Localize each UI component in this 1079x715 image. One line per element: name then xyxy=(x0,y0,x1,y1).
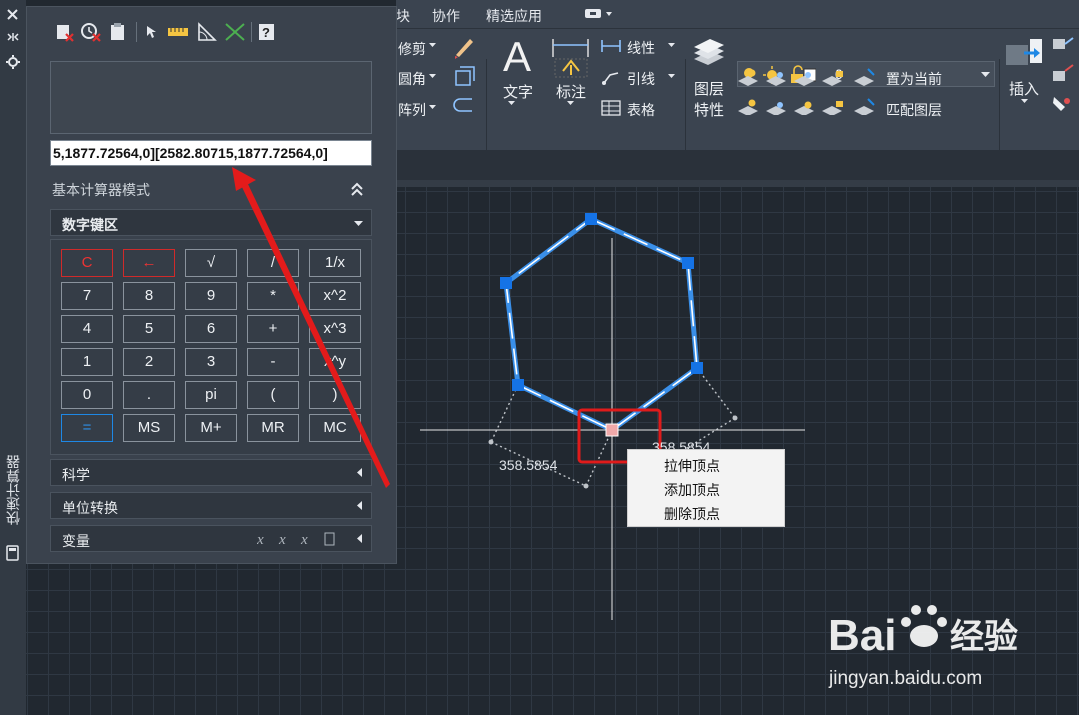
menu-stretch-vertex[interactable]: 拉伸顶点 xyxy=(664,456,720,476)
grip-context-menu: 拉伸顶点 添加顶点 删除顶点 xyxy=(627,449,785,527)
menu-add-vertex[interactable]: 添加顶点 xyxy=(664,480,720,500)
menu-remove-vertex[interactable]: 删除顶点 xyxy=(664,504,720,524)
baidu-jingyan-watermark: Bai 经验 xyxy=(828,605,1018,660)
autocad-window: 358.5854 358.5854 块 协作 精选应用 修剪 圆角 阵列 A 文… xyxy=(0,0,1079,715)
watermark-logo-text: Bai xyxy=(828,611,896,660)
watermark-logo-text-2: 经验 xyxy=(950,617,1018,657)
paw-icon xyxy=(901,605,947,647)
watermark-url: jingyan.baidu.com xyxy=(829,668,983,689)
